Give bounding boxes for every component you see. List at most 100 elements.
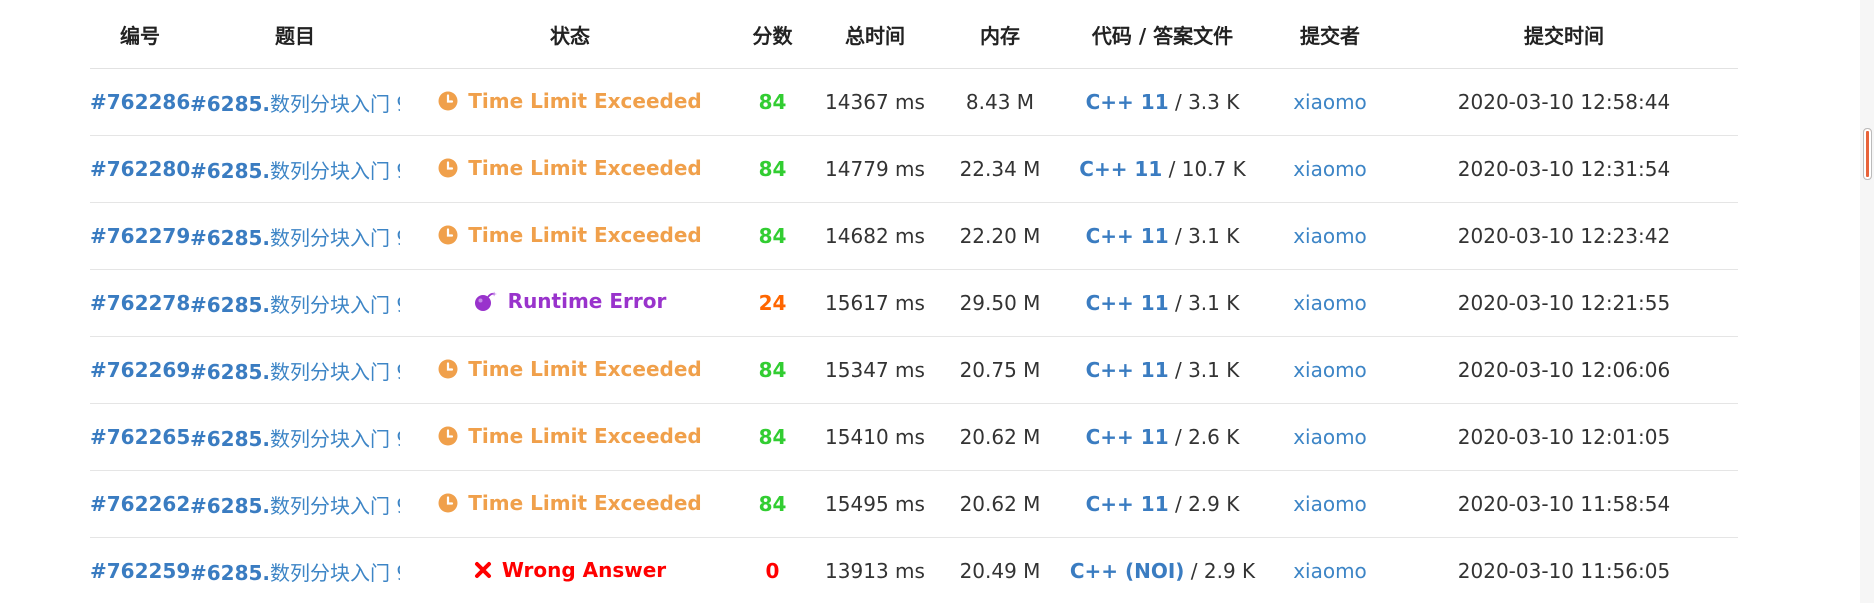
submission-id-cell: #762269 [90,336,190,404]
submit-time-cell: 2020-03-10 12:21:55 [1390,269,1738,337]
code-language-link[interactable]: C++ 11 [1079,157,1162,181]
scrollbar-thumb[interactable] [1863,128,1872,180]
clock-icon [438,493,458,513]
status-link[interactable]: Time Limit Exceeded [438,156,702,180]
problem-title: 数列分块入门 9 [270,292,400,317]
submit-time-cell: 2020-03-10 12:23:42 [1390,202,1738,270]
problem-cell: #6285.数列分块入门 9 [190,537,400,603]
clock-icon [438,426,458,446]
submission-id-link[interactable]: #762279 [90,224,190,248]
problem-cell: #6285.数列分块入门 9 [190,470,400,538]
problem-link[interactable]: #6285.数列分块入门 9 [190,494,400,518]
header-submit-time: 提交时间 [1390,0,1738,69]
table-header-row: 编号 题目 状态 分数 总时间 内存 代码 / 答案文件 提交者 提交时间 [90,0,1738,69]
header-submitter: 提交者 [1270,0,1390,69]
clock-icon [438,359,458,379]
submission-id-link[interactable]: #762278 [90,291,190,315]
problem-link[interactable]: #6285.数列分块入门 9 [190,293,400,317]
code-size: / 3.1 K [1174,291,1240,315]
problem-title: 数列分块入门 9 [270,560,400,585]
code-cell: C++ (NOI) / 2.9 K [1055,537,1270,603]
table-row: #762269 #6285.数列分块入门 9 Time Limit Exceeded… [90,336,1738,404]
submitter-link[interactable]: xiaomo [1293,492,1367,516]
submitter-link[interactable]: xiaomo [1293,224,1367,248]
problem-link[interactable]: #6285.数列分块入门 9 [190,226,400,250]
status-link[interactable]: Wrong Answer [474,558,666,582]
code-language-link[interactable]: C++ 11 [1086,358,1169,382]
memory-cell: 20.62 M [945,470,1055,538]
problem-link[interactable]: #6285.数列分块入门 9 [190,92,400,116]
status-link[interactable]: Runtime Error [474,289,666,313]
submitter-link[interactable]: xiaomo [1293,425,1367,449]
status-label: Time Limit Exceeded [468,222,702,247]
problem-id: #6285. [190,158,271,183]
total-time-cell: 14682 ms [805,202,945,270]
submission-id-link[interactable]: #762280 [90,157,190,181]
submitter-link[interactable]: xiaomo [1293,291,1367,315]
submit-time-cell: 2020-03-10 12:01:05 [1390,403,1738,471]
submitter-link[interactable]: xiaomo [1293,90,1367,114]
status-cell: Wrong Answer [400,537,740,603]
total-time-cell: 15410 ms [805,403,945,471]
status-link[interactable]: Time Limit Exceeded [438,357,702,381]
submission-id-link[interactable]: #762269 [90,358,190,382]
code-cell: C++ 11 / 3.1 K [1055,202,1270,270]
submitter-cell: xiaomo [1270,336,1390,404]
header-memory: 内存 [945,0,1055,69]
submit-time-cell: 2020-03-10 12:06:06 [1390,336,1738,404]
table-row: #762278 #6285.数列分块入门 9 Runtime Error 24 1561… [90,269,1738,337]
submit-time-cell: 2020-03-10 11:58:54 [1390,470,1738,538]
code-language-link[interactable]: C++ 11 [1086,425,1169,449]
table-row: #762279 #6285.数列分块入门 9 Time Limit Exceeded… [90,202,1738,270]
score-value: 84 [758,425,787,449]
score-value: 84 [758,358,787,382]
status-link[interactable]: Time Limit Exceeded [438,424,702,448]
score-value: 84 [758,224,787,248]
submission-id-link[interactable]: #762265 [90,425,190,449]
code-language-link[interactable]: C++ 11 [1086,90,1169,114]
status-link[interactable]: Time Limit Exceeded [438,89,702,113]
problem-id: #6285. [190,292,271,317]
code-language-link[interactable]: C++ (NOI) [1070,559,1185,583]
code-language-link[interactable]: C++ 11 [1086,291,1169,315]
code-size: / 3.1 K [1174,358,1240,382]
submitter-link[interactable]: xiaomo [1293,559,1367,583]
status-cell: Time Limit Exceeded [400,68,740,136]
code-language-link[interactable]: C++ 11 [1086,492,1169,516]
problem-title: 数列分块入门 9 [270,91,400,116]
submitter-link[interactable]: xiaomo [1293,358,1367,382]
submission-id-link[interactable]: #762286 [90,90,190,114]
memory-cell: 20.49 M [945,537,1055,603]
problem-link[interactable]: #6285.数列分块入门 9 [190,427,400,451]
problem-title: 数列分块入门 9 [270,493,400,518]
code-size: / 3.1 K [1174,224,1240,248]
score-value: 0 [765,559,780,583]
status-label: Wrong Answer [501,558,667,582]
bomb-icon [474,290,498,312]
problem-link[interactable]: #6285.数列分块入门 9 [190,159,400,183]
vertical-scrollbar[interactable] [1860,0,1874,603]
code-language-link[interactable]: C++ 11 [1086,224,1169,248]
total-time-cell: 14367 ms [805,68,945,136]
table-row: #762259 #6285.数列分块入门 9 Wrong Answer 0 13913 … [90,537,1738,603]
submissions-table: 编号 题目 状态 分数 总时间 内存 代码 / 答案文件 提交者 提交时间 #7… [90,0,1738,603]
submitter-link[interactable]: xiaomo [1293,157,1367,181]
score-value: 84 [758,492,787,516]
status-link[interactable]: Time Limit Exceeded [438,222,702,247]
problem-id: #6285. [190,493,271,518]
submit-time-cell: 2020-03-10 11:56:05 [1390,537,1738,603]
problem-cell: #6285.数列分块入门 9 [190,269,400,337]
code-size: / 10.7 K [1168,157,1246,181]
code-cell: C++ 11 / 3.1 K [1055,269,1270,337]
problem-cell: #6285.数列分块入门 9 [190,202,400,270]
problem-link[interactable]: #6285.数列分块入门 9 [190,561,400,585]
submission-id-link[interactable]: #762259 [90,559,190,583]
status-link[interactable]: Time Limit Exceeded [438,491,702,515]
submission-id-link[interactable]: #762262 [90,492,190,516]
memory-cell: 22.34 M [945,135,1055,203]
problem-link[interactable]: #6285.数列分块入门 9 [190,360,400,384]
memory-cell: 20.62 M [945,403,1055,471]
problem-cell: #6285.数列分块入门 9 [190,68,400,136]
score-cell: 84 [740,202,805,270]
cross-icon [474,561,492,579]
